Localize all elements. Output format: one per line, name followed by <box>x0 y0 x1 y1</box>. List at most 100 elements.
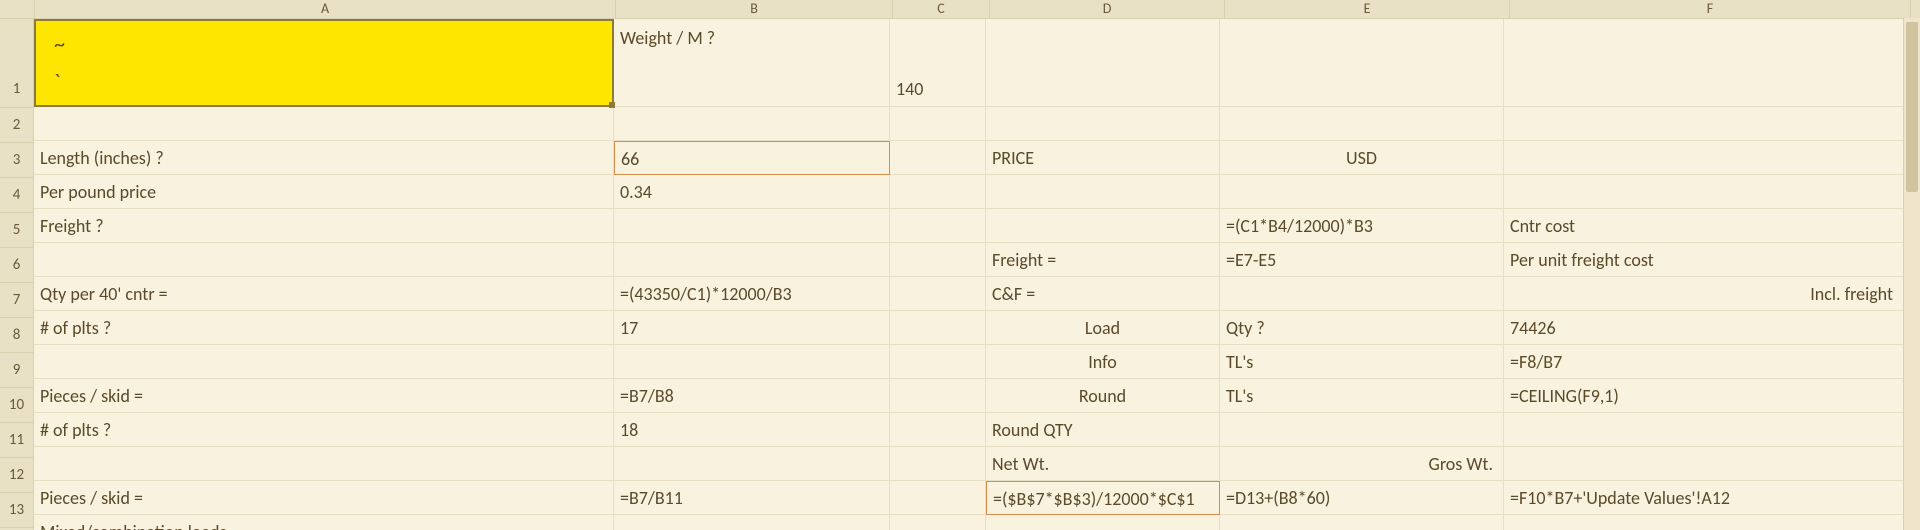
cell-C7[interactable] <box>890 277 986 311</box>
cell-E14[interactable] <box>1220 515 1504 530</box>
cell-A5[interactable]: Freight ? <box>34 209 614 243</box>
cell-D9[interactable]: Info <box>986 345 1220 379</box>
cell-A6[interactable] <box>34 243 614 277</box>
cell-D1[interactable] <box>986 19 1220 107</box>
cell-D12[interactable]: Net Wt. <box>986 447 1220 481</box>
cell-E10[interactable]: TL's <box>1220 379 1504 413</box>
cell-F9[interactable]: =F8/B7 <box>1504 345 1904 379</box>
cell-E8[interactable]: Qty ? <box>1220 311 1504 345</box>
cell-C8[interactable] <box>890 311 986 345</box>
cell-D10[interactable]: Round <box>986 379 1220 413</box>
col-header-C[interactable]: C <box>893 0 990 18</box>
cell-C11[interactable] <box>890 413 986 447</box>
row-header-3[interactable]: 3 <box>0 143 34 178</box>
cell-E13[interactable]: =D13+(B8*60) <box>1220 481 1504 515</box>
cell-F12[interactable] <box>1504 447 1904 481</box>
cell-E7[interactable] <box>1220 277 1504 311</box>
cell-F7[interactable]: Incl. freight <box>1504 277 1904 311</box>
cell-F5[interactable]: Cntr cost <box>1504 209 1904 243</box>
row-header-10[interactable]: 10 <box>0 388 34 423</box>
row-header-1[interactable]: 1 <box>0 19 34 108</box>
cell-B9[interactable] <box>614 345 890 379</box>
cell-F13[interactable]: =F10*B7+'Update Values'!A12 <box>1504 481 1904 515</box>
row-header-9[interactable]: 9 <box>0 353 34 388</box>
vertical-scrollbar[interactable] <box>1903 18 1920 530</box>
select-all-corner[interactable] <box>0 0 35 18</box>
cell-A12[interactable] <box>34 447 614 481</box>
col-header-E[interactable]: E <box>1225 0 1510 18</box>
cell-D2[interactable] <box>986 107 1220 141</box>
cell-D6[interactable]: Freight = <box>986 243 1220 277</box>
row-header-6[interactable]: 6 <box>0 248 34 283</box>
cell-E2[interactable] <box>1220 107 1504 141</box>
cell-A3[interactable]: Length (inches) ? <box>34 141 614 175</box>
cell-E1[interactable] <box>1220 19 1504 107</box>
cell-C3[interactable] <box>890 141 986 175</box>
row-header-2[interactable]: 2 <box>0 108 34 143</box>
cell-B10[interactable]: =B7/B8 <box>614 379 890 413</box>
cell-B2[interactable] <box>614 107 890 141</box>
cell-F1[interactable] <box>1504 19 1904 107</box>
cell-E6[interactable]: =E7-E5 <box>1220 243 1504 277</box>
row-header-11[interactable]: 11 <box>0 423 34 458</box>
cell-B8[interactable]: 17 <box>614 311 890 345</box>
cell-C13[interactable] <box>890 481 986 515</box>
cell-A4[interactable]: Per pound price <box>34 175 614 209</box>
cell-A2[interactable] <box>34 107 614 141</box>
cell-F14[interactable] <box>1504 515 1904 530</box>
vertical-scrollbar-thumb[interactable] <box>1906 22 1918 192</box>
cell-F11[interactable] <box>1504 413 1904 447</box>
cell-A14[interactable]: Mixed/combination loads <box>34 515 614 530</box>
cell-E12[interactable]: Gros Wt. <box>1220 447 1504 481</box>
cell-D13[interactable]: =($B$7*$B$3)/12000*$C$1 <box>986 481 1220 515</box>
cell-B11[interactable]: 18 <box>614 413 890 447</box>
cell-F2[interactable] <box>1504 107 1904 141</box>
cell-D3[interactable]: PRICE <box>986 141 1220 175</box>
col-header-A[interactable]: A <box>35 0 616 18</box>
row-header-8[interactable]: 8 <box>0 318 34 353</box>
cell-F4[interactable] <box>1504 175 1904 209</box>
cell-C2[interactable] <box>890 107 986 141</box>
col-header-B[interactable]: B <box>616 0 893 18</box>
cell-E9[interactable]: TL's <box>1220 345 1504 379</box>
cell-E11[interactable] <box>1220 413 1504 447</box>
row-header-13[interactable]: 13 <box>0 493 34 528</box>
cell-A9[interactable] <box>34 345 614 379</box>
cell-A11[interactable]: # of plts ? <box>34 413 614 447</box>
row-header-7[interactable]: 7 <box>0 283 34 318</box>
cell-C12[interactable] <box>890 447 986 481</box>
cell-D7[interactable]: C&F = <box>986 277 1220 311</box>
cell-C10[interactable] <box>890 379 986 413</box>
cell-B5[interactable] <box>614 209 890 243</box>
cell-A13[interactable]: Pieces / skid = <box>34 481 614 515</box>
row-header-4[interactable]: 4 <box>0 178 34 213</box>
cell-C9[interactable] <box>890 345 986 379</box>
cell-B6[interactable] <box>614 243 890 277</box>
cell-C14[interactable] <box>890 515 986 530</box>
col-header-D[interactable]: D <box>990 0 1225 18</box>
cell-E5[interactable]: =(C1*B4/12000)*B3 <box>1220 209 1504 243</box>
cell-F6[interactable]: Per unit freight cost <box>1504 243 1904 277</box>
cell-B13[interactable]: =B7/B11 <box>614 481 890 515</box>
cell-C6[interactable] <box>890 243 986 277</box>
cell-D11[interactable]: Round QTY <box>986 413 1220 447</box>
cell-B1[interactable]: Weight / M ? <box>614 19 890 107</box>
row-header-12[interactable]: 12 <box>0 458 34 493</box>
cell-A1-active[interactable]: ~ ` <box>34 19 614 107</box>
cell-B14[interactable] <box>614 515 890 530</box>
cell-A7[interactable]: Qty per 40' cntr = <box>34 277 614 311</box>
col-header-F[interactable]: F <box>1510 0 1911 18</box>
cell-D5[interactable] <box>986 209 1220 243</box>
cell-B12[interactable] <box>614 447 890 481</box>
cell-B7[interactable]: =(43350/C1)*12000/B3 <box>614 277 890 311</box>
cell-D4[interactable] <box>986 175 1220 209</box>
cell-F3[interactable] <box>1504 141 1904 175</box>
cell-D14[interactable] <box>986 515 1220 530</box>
cell-A10[interactable]: Pieces / skid = <box>34 379 614 413</box>
cell-F8[interactable]: 74426 <box>1504 311 1904 345</box>
cell-A8[interactable]: # of plts ? <box>34 311 614 345</box>
cell-C5[interactable] <box>890 209 986 243</box>
row-header-5[interactable]: 5 <box>0 213 34 248</box>
cell-E3[interactable]: USD <box>1220 141 1504 175</box>
cell-C1[interactable]: 140 <box>890 19 986 107</box>
